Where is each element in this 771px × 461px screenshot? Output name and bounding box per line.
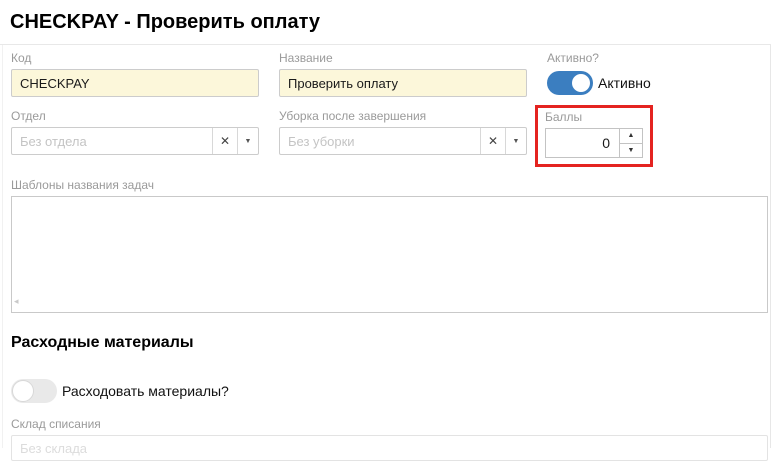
consume-materials-toggle-label: Расходовать материалы? [62,383,229,399]
spin-up-button[interactable]: ▲ [620,129,642,144]
task-templates-field: Шаблоны названия задач ◂ [11,178,770,313]
points-label: Баллы [545,110,643,124]
department-input[interactable] [12,128,212,154]
cleaning-combobox: ✕ ▼ [279,127,527,155]
page-title: CHECKPAY - Проверить оплату [0,0,771,35]
active-label: Активно? [547,51,651,65]
form-panel: Код Название Активно? Активно Отдел ✕ ▼ [2,45,771,448]
consumables-heading: Расходные материалы [11,333,770,353]
clear-icon[interactable]: ✕ [212,128,237,154]
points-field: Баллы ▲ ▼ [545,110,643,158]
code-field: Код [11,51,259,97]
cleaning-label: Уборка после завершения [279,109,527,123]
name-input[interactable] [279,69,527,97]
points-spinner: ▲ ▼ [545,128,643,158]
caret-up-icon: ▲ [628,132,635,139]
clear-icon[interactable]: ✕ [480,128,505,154]
points-input[interactable] [546,129,619,157]
spin-down-button[interactable]: ▼ [620,144,642,158]
consume-toggle-row: Расходовать материалы? [11,377,770,405]
scroll-left-icon: ◂ [14,297,19,306]
department-combobox: ✕ ▼ [11,127,259,155]
chevron-down-icon[interactable]: ▼ [237,128,258,154]
toggle-knob-icon [570,72,592,94]
code-label: Код [11,51,259,65]
active-field: Активно? Активно [547,51,651,97]
active-toggle-row: Активно [547,69,651,97]
warehouse-label: Склад списания [11,417,770,431]
department-field: Отдел ✕ ▼ [11,109,259,155]
warehouse-input [11,435,768,461]
form-row-1: Код Название Активно? Активно [11,51,770,97]
toggle-knob-icon [12,380,34,402]
points-highlight-box: Баллы ▲ ▼ [535,105,653,167]
task-templates-textarea-wrap: ◂ [11,196,768,313]
consume-materials-toggle[interactable] [11,379,57,403]
code-input[interactable] [11,69,259,97]
name-label: Название [279,51,527,65]
warehouse-field: Склад списания [11,417,770,461]
task-templates-textarea[interactable] [11,196,768,313]
points-spin-buttons: ▲ ▼ [619,129,642,157]
cleaning-field: Уборка после завершения ✕ ▼ [279,109,527,155]
caret-down-icon: ▼ [628,147,635,154]
active-toggle[interactable] [547,71,593,95]
cleaning-input[interactable] [280,128,480,154]
name-field: Название [279,51,527,97]
department-label: Отдел [11,109,259,123]
active-toggle-state-label: Активно [598,75,651,91]
task-templates-label: Шаблоны названия задач [11,178,770,192]
chevron-down-icon[interactable]: ▼ [505,128,526,154]
form-row-2: Отдел ✕ ▼ Уборка после завершения ✕ ▼ Ба… [11,109,770,167]
